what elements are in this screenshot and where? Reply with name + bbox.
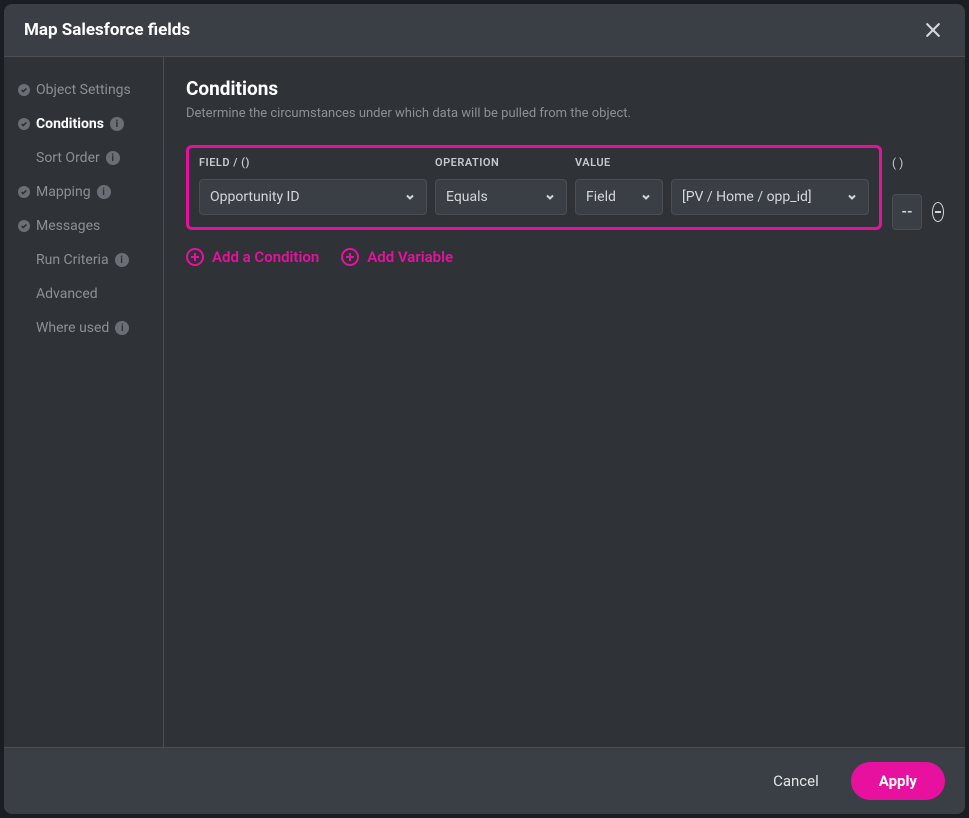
value-select[interactable]: [PV / Home / opp_id] — [671, 179, 869, 215]
sidebar-item-label: Advanced — [36, 286, 98, 302]
value-type-value: Field — [586, 189, 616, 205]
value-label: VALUE — [575, 156, 869, 169]
close-button[interactable] — [921, 18, 945, 42]
page-description: Determine the circumstances under which … — [186, 106, 943, 121]
info-badge: i — [115, 253, 129, 267]
apply-label: Apply — [879, 772, 917, 790]
operation-select[interactable]: Equals — [435, 179, 567, 215]
sidebar-item-label: Run Criteria — [36, 252, 109, 268]
chevron-down-icon — [404, 191, 416, 203]
info-badge: i — [110, 117, 124, 131]
sidebar-item-mapping[interactable]: Mapping i — [4, 175, 163, 209]
sidebar-item-label: Conditions — [36, 116, 104, 132]
modal-footer: Cancel Apply — [4, 747, 965, 814]
info-badge: i — [97, 185, 111, 199]
field-select[interactable]: Opportunity ID — [199, 179, 427, 215]
operation-column: OPERATION Equals — [435, 156, 567, 215]
apply-button[interactable]: Apply — [851, 762, 945, 800]
modal-title: Map Salesforce fields — [24, 20, 190, 40]
operation-label: OPERATION — [435, 156, 567, 169]
dash-text: -- — [901, 204, 912, 220]
plus-circle-icon — [341, 248, 359, 266]
parens-label: ( ) — [892, 156, 922, 170]
sidebar-item-label: Messages — [36, 218, 100, 234]
page-title: Conditions — [186, 77, 943, 100]
modal-dialog: Map Salesforce fields Object Settings Co… — [4, 4, 965, 814]
condition-highlight: FIELD / () Opportunity ID OPERATION Equa… — [186, 145, 882, 230]
minus-icon — [933, 207, 943, 217]
chevron-down-icon — [640, 191, 652, 203]
cancel-button[interactable]: Cancel — [759, 764, 833, 798]
plus-circle-icon — [186, 248, 204, 266]
info-badge: i — [115, 321, 129, 335]
sidebar-item-label: Sort Order — [36, 150, 100, 166]
info-badge: i — [106, 151, 120, 165]
content-panel: Conditions Determine the circumstances u… — [164, 57, 965, 747]
check-icon — [18, 118, 30, 130]
sidebar-item-run-criteria[interactable]: Run Criteria i — [4, 243, 163, 277]
parens-column: ( ) -- — [892, 156, 922, 230]
sidebar-item-object-settings[interactable]: Object Settings — [4, 73, 163, 107]
operation-select-value: Equals — [446, 189, 488, 205]
field-label: FIELD / () — [199, 156, 427, 169]
field-select-value: Opportunity ID — [210, 189, 300, 205]
sidebar-item-label: Mapping — [36, 184, 91, 200]
add-condition-label: Add a Condition — [212, 248, 319, 266]
modal-header: Map Salesforce fields — [4, 4, 965, 57]
sidebar-item-label: Where used — [36, 320, 109, 336]
condition-row: FIELD / () Opportunity ID OPERATION Equa… — [186, 145, 943, 230]
value-column: VALUE Field [PV / Home / opp_id] — [575, 156, 869, 215]
add-variable-button[interactable]: Add Variable — [341, 248, 453, 266]
sidebar-item-conditions[interactable]: Conditions i — [4, 107, 163, 141]
add-condition-button[interactable]: Add a Condition — [186, 248, 319, 266]
sidebar-item-messages[interactable]: Messages — [4, 209, 163, 243]
parens-button[interactable]: -- — [892, 194, 922, 230]
chevron-down-icon — [846, 191, 858, 203]
actions-row: Add a Condition Add Variable — [186, 248, 943, 266]
sidebar-item-where-used[interactable]: Where used i — [4, 311, 163, 345]
field-column: FIELD / () Opportunity ID — [199, 156, 427, 215]
sidebar-item-label: Object Settings — [36, 82, 131, 98]
sidebar: Object Settings Conditions i Sort Order … — [4, 57, 164, 747]
add-variable-label: Add Variable — [367, 248, 453, 266]
sidebar-item-sort-order[interactable]: Sort Order i — [4, 141, 163, 175]
check-icon — [18, 84, 30, 96]
remove-condition-button[interactable] — [932, 202, 944, 222]
cancel-label: Cancel — [773, 772, 819, 790]
chevron-down-icon — [544, 191, 556, 203]
value-select-value: [PV / Home / opp_id] — [682, 189, 812, 205]
sidebar-item-advanced[interactable]: Advanced — [4, 277, 163, 311]
value-type-select[interactable]: Field — [575, 179, 663, 215]
close-icon — [923, 20, 943, 40]
check-icon — [18, 186, 30, 198]
check-icon — [18, 220, 30, 232]
modal-body: Object Settings Conditions i Sort Order … — [4, 57, 965, 747]
